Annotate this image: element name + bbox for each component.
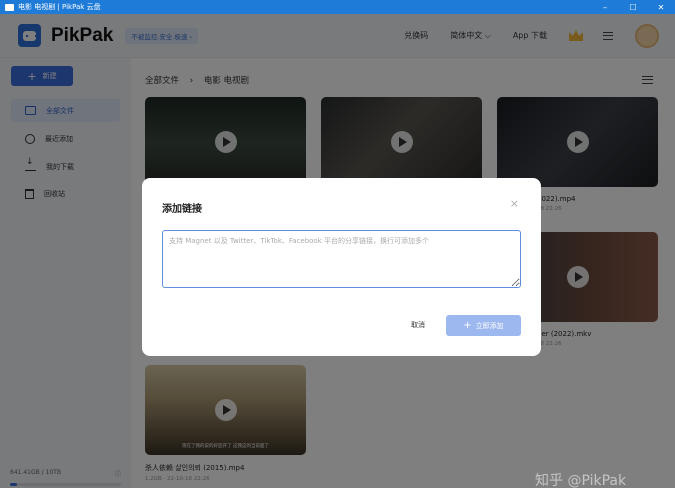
dialog-title: 添加链接	[162, 204, 202, 215]
add-now-button[interactable]: + 立即添加	[446, 315, 521, 336]
minimize-icon[interactable]: –	[591, 3, 619, 12]
add-now-label: 立即添加	[475, 321, 504, 330]
window-title: 电影 电视剧 | PikPak 云盘	[18, 3, 101, 11]
window-titlebar: 电影 电视剧 | PikPak 云盘 – ☐ ✕	[0, 0, 675, 14]
app-icon	[5, 3, 14, 11]
close-window-icon[interactable]: ✕	[647, 3, 675, 12]
link-input[interactable]	[162, 230, 521, 288]
watermark: 知乎 @PikPak	[535, 473, 627, 488]
maximize-icon[interactable]: ☐	[619, 3, 647, 12]
close-icon[interactable]: ×	[510, 197, 519, 210]
plus-icon: +	[463, 320, 472, 331]
add-link-dialog: 添加链接 × 取消 + 立即添加	[142, 178, 541, 356]
window-controls: – ☐ ✕	[591, 3, 675, 12]
cancel-button[interactable]: 取消	[411, 320, 425, 330]
